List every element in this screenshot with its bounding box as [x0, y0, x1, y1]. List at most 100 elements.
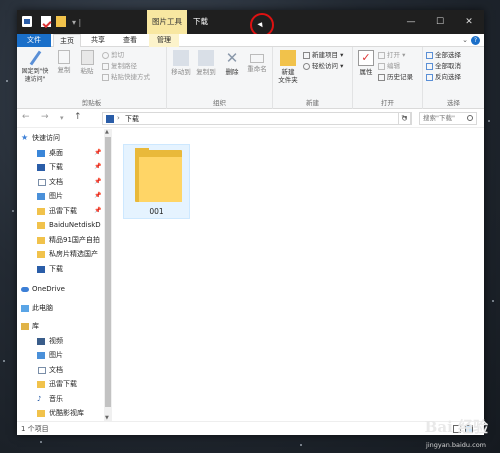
pin-icon[interactable]: 📌 — [94, 175, 101, 190]
rename-button[interactable]: 重命名 — [244, 50, 270, 73]
properties-button[interactable]: ✓ 属性 — [356, 50, 376, 76]
pin-icon[interactable]: 📌 — [94, 146, 101, 161]
nav-quick-access[interactable]: ★ 快速访问 — [17, 131, 112, 146]
clipboard-label: 剪贴板 — [81, 99, 102, 107]
nav-onedrive[interactable]: OneDrive — [17, 282, 112, 297]
new-item-button[interactable]: 新建项目 ▾ — [303, 50, 343, 60]
paste-button[interactable]: 粘贴 — [77, 50, 97, 75]
nav-lib-xunlei[interactable]: 迅雷下载 — [17, 377, 112, 392]
item-count: 1 个项目 — [21, 425, 49, 433]
nav-videos[interactable]: 视频 — [17, 334, 112, 349]
nav-baidunetdisk[interactable]: BaiduNetdiskD — [17, 218, 112, 233]
select-none-button[interactable]: 全部取消 — [426, 61, 461, 71]
new-folder-button[interactable]: 新建 文件夹 — [275, 50, 301, 84]
folder-icon — [37, 207, 45, 215]
back-button[interactable]: ← — [22, 112, 30, 122]
pin-icon[interactable]: 📌 — [94, 204, 101, 219]
maximize-button[interactable]: ☐ — [426, 10, 454, 34]
file-list[interactable]: 001 — [112, 129, 484, 421]
copy-to-button[interactable]: 复制到 — [194, 50, 218, 76]
nav-folder-1[interactable]: 精品91国产自拍 — [17, 233, 112, 248]
minimize-button[interactable]: — — [397, 10, 425, 34]
nav-libraries[interactable]: 库 — [17, 319, 112, 334]
nav-xunlei[interactable]: 迅雷下载 📌 — [17, 204, 112, 219]
picture-tools-label: 图片工具 — [147, 10, 187, 34]
up-button[interactable]: ↑ — [74, 112, 82, 122]
forward-button[interactable]: → — [41, 112, 49, 122]
recent-locations-button[interactable]: ▾ — [60, 114, 64, 122]
nav-downloads-2[interactable]: 下载 — [17, 262, 112, 277]
ribbon-collapse-icon[interactable]: ⌄ — [462, 36, 468, 44]
tab-file[interactable]: 文件 — [17, 34, 51, 47]
pin-quick-access-button[interactable]: 固定到"快速访问" — [20, 50, 50, 84]
folder-item[interactable]: 001 — [123, 144, 190, 219]
nav-music[interactable]: ♪ 音乐 — [17, 392, 112, 407]
nav-pictures[interactable]: 图片 📌 — [17, 189, 112, 204]
tab-home[interactable]: 主页 — [53, 34, 81, 47]
pictures-icon — [37, 193, 45, 200]
history-icon — [378, 73, 385, 81]
nav-desktop[interactable]: 桌面 📌 — [17, 146, 112, 161]
easy-access-button[interactable]: 轻松访问 ▾ — [303, 61, 343, 71]
nav-scrollbar[interactable]: ▲ ▼ — [104, 129, 112, 421]
download-folder-icon — [106, 115, 114, 123]
search-input[interactable]: 搜索"下载" — [419, 112, 477, 125]
invert-selection-button[interactable]: 反向选择 — [426, 72, 461, 82]
cut-button[interactable]: 剪切 — [102, 50, 124, 60]
address-bar[interactable]: › 下载 ▾ — [102, 112, 412, 125]
window-title: 下载 — [193, 17, 208, 26]
delete-button[interactable]: ✕ 删除 — [222, 50, 242, 76]
copy-folder-icon — [198, 50, 214, 66]
download-icon — [37, 265, 45, 273]
nav-documents[interactable]: 文档 📌 — [17, 175, 112, 190]
nav-folder-2[interactable]: 私房片精选国产 — [17, 247, 112, 262]
cloud-icon — [21, 287, 29, 292]
scroll-up-icon[interactable]: ▲ — [105, 129, 109, 135]
nav-this-pc[interactable]: 此电脑 — [17, 301, 112, 316]
edit-button[interactable]: 编辑 — [378, 61, 400, 71]
tab-share[interactable]: 共享 — [85, 34, 111, 47]
pin-icon[interactable]: 📌 — [94, 189, 101, 204]
paste-shortcut-icon — [102, 73, 109, 81]
copy-icon — [58, 50, 70, 64]
folder-icon — [37, 381, 45, 388]
select-all-button[interactable]: 全部选择 — [426, 50, 461, 60]
move-folder-icon — [173, 50, 189, 66]
easy-access-icon — [303, 62, 310, 70]
new-folder-quick-icon[interactable] — [56, 16, 66, 27]
mouse-cursor-icon — [257, 20, 265, 28]
move-to-button[interactable]: 移动到 — [169, 50, 193, 76]
nav-downloads[interactable]: 下载 📌 — [17, 160, 112, 175]
select-all-icon — [426, 51, 433, 59]
properties-quick-icon[interactable] — [22, 16, 32, 27]
organize-group: 移动到 复制到 ✕ 删除 重命名 组织 — [167, 47, 273, 109]
document-icon — [38, 178, 46, 186]
tab-manage[interactable]: 管理 — [149, 34, 179, 47]
breadcrumb[interactable]: 下载 — [125, 114, 139, 124]
paste-shortcut-button[interactable]: 粘贴快捷方式 — [102, 72, 150, 82]
copy-button[interactable]: 复制 — [54, 50, 74, 74]
close-button[interactable]: ✕ — [455, 10, 483, 34]
history-button[interactable]: 历史记录 — [378, 72, 413, 82]
folder-front-shape — [139, 157, 182, 202]
nav-lib-documents[interactable]: 文档 — [17, 363, 112, 378]
navigation-pane[interactable]: ★ 快速访问 桌面 📌 下载 📌 文档 📌 图片 📌 迅雷下载 📌 BaiduN… — [17, 129, 112, 421]
video-icon — [37, 337, 45, 345]
folder-icon — [37, 222, 45, 229]
quick-access-dropdown-icon[interactable]: ▾ | — [72, 18, 81, 27]
pin-icon[interactable]: 📌 — [94, 160, 101, 175]
refresh-button[interactable]: ↻ — [398, 112, 411, 125]
open-button[interactable]: 打开 ▾ — [378, 50, 405, 60]
open-group: ✓ 属性 打开 ▾ 编辑 历史记录 打开 — [353, 47, 423, 109]
help-icon[interactable]: ? — [471, 36, 480, 45]
copy-path-button[interactable]: 复制路径 — [102, 61, 137, 71]
star-icon: ★ — [21, 133, 29, 142]
breadcrumb-separator-icon: › — [117, 114, 120, 122]
scrollbar-thumb[interactable] — [105, 137, 111, 407]
nav-lib-pictures[interactable]: 图片 — [17, 348, 112, 363]
pictures-icon — [37, 352, 45, 359]
tab-view[interactable]: 查看 — [117, 34, 143, 47]
organize-label: 组织 — [213, 99, 226, 107]
check-quick-icon[interactable] — [41, 16, 51, 27]
nav-youku[interactable]: 优酷影视库 — [17, 406, 112, 421]
